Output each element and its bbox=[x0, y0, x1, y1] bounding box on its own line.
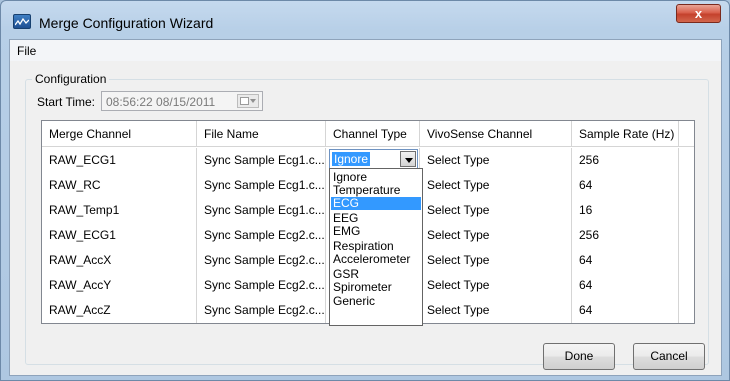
close-icon: x bbox=[694, 6, 703, 21]
file-name-cell: Sync Sample Ecg1.c... bbox=[197, 148, 326, 173]
start-time-picker[interactable]: 08:56:22 08/15/2011 bbox=[101, 91, 263, 111]
file-name-cell: Sync Sample Ecg2.c... bbox=[197, 248, 326, 273]
dropdown-option[interactable]: EMG bbox=[331, 225, 421, 238]
file-name-cell: Sync Sample Ecg1.c... bbox=[197, 198, 326, 223]
wizard-window: Merge Configuration Wizard x File Config… bbox=[0, 0, 730, 381]
start-time-value: 08:56:22 08/15/2011 bbox=[106, 95, 216, 109]
channel-type-combo-value: Ignore bbox=[332, 152, 371, 166]
column-header-sample-rate[interactable]: Sample Rate (Hz) bbox=[572, 121, 679, 147]
file-name-cell: Sync Sample Ecg1.c... bbox=[197, 173, 326, 198]
sample-rate-cell: 16 bbox=[572, 198, 679, 223]
vivosense-channel-cell[interactable]: Select Type bbox=[420, 298, 572, 323]
close-button[interactable]: x bbox=[676, 4, 721, 23]
sample-rate-cell: 64 bbox=[572, 273, 679, 298]
window-title: Merge Configuration Wizard bbox=[39, 15, 214, 31]
column-header-merge-channel[interactable]: Merge Channel bbox=[42, 121, 197, 147]
title-bar[interactable]: Merge Configuration Wizard x bbox=[1, 1, 729, 39]
column-header-vivosense-channel[interactable]: VivoSense Channel bbox=[420, 121, 572, 147]
channel-type-combo[interactable]: Ignore bbox=[329, 149, 418, 169]
sample-rate-cell: 64 bbox=[572, 173, 679, 198]
chevron-down-icon bbox=[250, 99, 256, 103]
configuration-legend: Configuration bbox=[32, 72, 110, 86]
vivosense-channel-cell[interactable]: Select Type bbox=[420, 223, 572, 248]
merge-channel-cell: RAW_ECG1 bbox=[42, 223, 197, 248]
merge-channel-cell: RAW_Temp1 bbox=[42, 198, 197, 223]
dropdown-option[interactable]: Accelerometer bbox=[331, 253, 421, 266]
channel-grid: Merge Channel File Name Channel Type Viv… bbox=[41, 120, 695, 326]
cancel-button[interactable]: Cancel bbox=[633, 343, 705, 370]
checkbox-icon bbox=[240, 97, 249, 105]
dropdown-option[interactable]: Spirometer bbox=[331, 281, 421, 294]
date-dropdown-button[interactable] bbox=[237, 94, 259, 108]
file-name-cell: Sync Sample Ecg2.c... bbox=[197, 223, 326, 248]
client-area: File Configuration Start Time: 08:56:22 … bbox=[9, 39, 722, 376]
merge-channel-cell: RAW_AccX bbox=[42, 248, 197, 273]
file-name-cell: Sync Sample Ecg2.c... bbox=[197, 298, 326, 323]
file-name-cell: Sync Sample Ecg2.c... bbox=[197, 273, 326, 298]
channel-type-dropdown-list: Ignore Temperature ECG EEG EMG Respirati… bbox=[329, 168, 423, 326]
dropdown-option[interactable]: Generic bbox=[331, 295, 421, 308]
start-time-label: Start Time: bbox=[37, 95, 96, 109]
merge-channel-cell: RAW_ECG1 bbox=[42, 148, 197, 173]
column-header-channel-type[interactable]: Channel Type bbox=[326, 121, 420, 147]
sample-rate-cell: 256 bbox=[572, 148, 679, 173]
chevron-down-icon bbox=[405, 158, 413, 163]
combo-dropdown-button[interactable] bbox=[400, 151, 416, 167]
merge-channel-cell: RAW_AccY bbox=[42, 273, 197, 298]
merge-channel-cell: RAW_RC bbox=[42, 173, 197, 198]
vivosense-channel-cell[interactable]: Select Type bbox=[420, 248, 572, 273]
app-icon bbox=[13, 14, 31, 29]
sample-rate-cell: 64 bbox=[572, 248, 679, 273]
merge-channel-cell: RAW_AccZ bbox=[42, 298, 197, 323]
vivosense-channel-cell[interactable]: Select Type bbox=[420, 148, 572, 173]
sample-rate-cell: 64 bbox=[572, 298, 679, 323]
dropdown-option-selected[interactable]: ECG bbox=[331, 197, 421, 210]
menu-file[interactable]: File bbox=[17, 44, 36, 58]
column-header-file-name[interactable]: File Name bbox=[197, 121, 326, 147]
vivosense-channel-cell[interactable]: Select Type bbox=[420, 198, 572, 223]
vivosense-channel-cell[interactable]: Select Type bbox=[420, 173, 572, 198]
sample-rate-cell: 256 bbox=[572, 223, 679, 248]
menu-bar: File bbox=[10, 40, 721, 61]
grid-header: Merge Channel File Name Channel Type Viv… bbox=[42, 121, 694, 147]
vivosense-channel-cell[interactable]: Select Type bbox=[420, 273, 572, 298]
done-button[interactable]: Done bbox=[543, 343, 615, 370]
